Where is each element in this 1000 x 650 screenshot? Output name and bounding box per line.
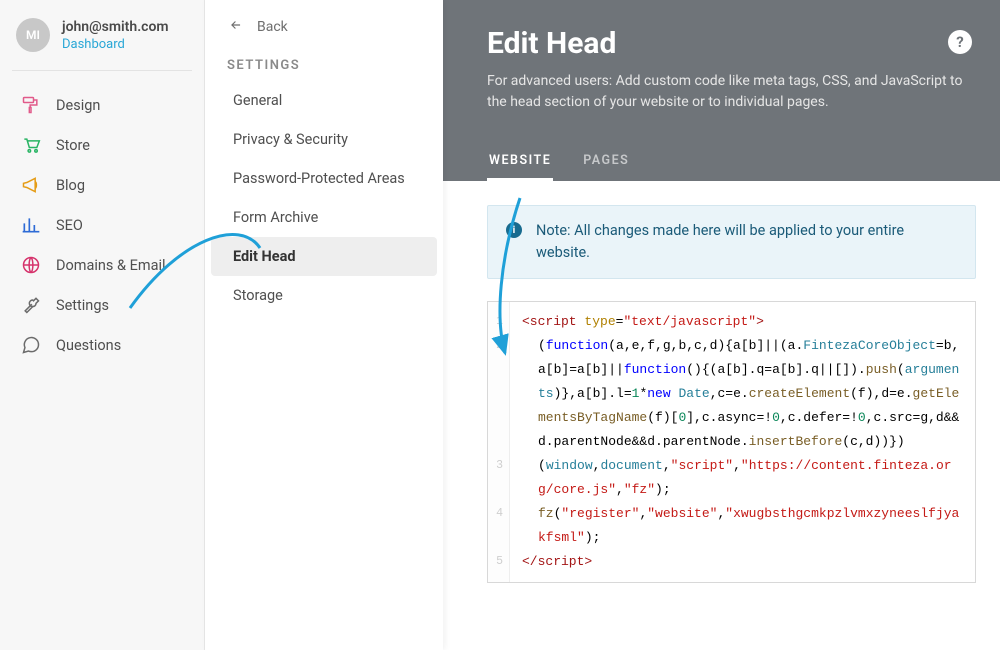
code-editor[interactable]: 1 2 3 4 5 <script type="text/javascript"… xyxy=(487,301,976,583)
divider xyxy=(12,70,192,71)
sidebar-item-label: Questions xyxy=(56,337,121,354)
line-number: 3 xyxy=(492,454,503,502)
submenu-item-general[interactable]: General xyxy=(211,81,437,120)
line-number: 2 xyxy=(492,334,503,454)
info-note: i Note: All changes made here will be ap… xyxy=(487,205,976,279)
sidebar-item-label: Design xyxy=(56,97,100,114)
sidebar-item-blog[interactable]: Blog xyxy=(0,165,204,205)
page-description: For advanced users: Add custom code like… xyxy=(487,71,966,113)
line-number: 4 xyxy=(492,502,503,550)
sidebar-item-design[interactable]: Design xyxy=(0,85,204,125)
code-line: (window,document,"script","https://conte… xyxy=(522,454,965,502)
line-number: 5 xyxy=(492,550,503,574)
primary-sidebar: MI john@smith.com Dashboard Design Store… xyxy=(0,0,205,650)
sidebar-item-questions[interactable]: Questions xyxy=(0,325,204,365)
user-block: MI john@smith.com Dashboard xyxy=(0,0,204,70)
sidebar-item-label: Store xyxy=(56,137,90,154)
wrench-icon xyxy=(20,294,42,316)
code-line: </script> xyxy=(522,550,965,574)
sidebar-item-label: Settings xyxy=(56,297,109,314)
back-label: Back xyxy=(257,19,288,35)
code-line: <script type="text/javascript"> xyxy=(522,310,965,334)
code-line: (function(a,e,f,g,b,c,d){a[b]||(a.Fintez… xyxy=(522,334,965,454)
user-email: john@smith.com xyxy=(62,19,169,35)
avatar[interactable]: MI xyxy=(16,18,50,52)
line-number: 1 xyxy=(492,310,503,334)
bar-chart-icon xyxy=(20,214,42,236)
back-button[interactable]: Back xyxy=(205,0,443,44)
code-line: fz("register","website","xwugbsthgcmkpzl… xyxy=(522,502,965,550)
globe-icon xyxy=(20,254,42,276)
main-content: Edit Head For advanced users: Add custom… xyxy=(443,0,1000,650)
cart-icon xyxy=(20,134,42,156)
megaphone-icon xyxy=(20,174,42,196)
paint-roller-icon xyxy=(20,94,42,116)
chat-icon xyxy=(20,334,42,356)
sidebar-item-label: SEO xyxy=(56,217,83,234)
submenu-item-privacy[interactable]: Privacy & Security xyxy=(211,120,437,159)
sidebar-item-label: Domains & Email xyxy=(56,257,166,274)
sidebar-item-seo[interactable]: SEO xyxy=(0,205,204,245)
sidebar-item-domains[interactable]: Domains & Email xyxy=(0,245,204,285)
note-text: Note: All changes made here will be appl… xyxy=(536,220,957,264)
submenu-item-storage[interactable]: Storage xyxy=(211,276,437,315)
line-gutter: 1 2 3 4 5 xyxy=(488,302,510,582)
submenu-item-form-archive[interactable]: Form Archive xyxy=(211,198,437,237)
tab-bar: WEBSITE PAGES xyxy=(487,143,966,181)
page-header: Edit Head For advanced users: Add custom… xyxy=(443,0,1000,181)
page-title: Edit Head xyxy=(487,26,966,61)
submenu-title: SETTINGS xyxy=(205,44,443,81)
tab-pages[interactable]: PAGES xyxy=(581,143,631,181)
info-icon: i xyxy=(506,222,522,238)
sidebar-item-settings[interactable]: Settings xyxy=(0,285,204,325)
submenu-item-edit-head[interactable]: Edit Head xyxy=(211,237,437,276)
submenu-item-password[interactable]: Password-Protected Areas xyxy=(211,159,437,198)
dashboard-link[interactable]: Dashboard xyxy=(62,37,169,52)
sidebar-item-label: Blog xyxy=(56,177,85,194)
tab-website[interactable]: WEBSITE xyxy=(487,143,553,181)
arrow-left-icon xyxy=(227,18,245,36)
sidebar-item-store[interactable]: Store xyxy=(0,125,204,165)
help-button[interactable]: ? xyxy=(948,30,972,54)
code-body[interactable]: <script type="text/javascript"> (functio… xyxy=(510,302,975,582)
settings-submenu: Back SETTINGS General Privacy & Security… xyxy=(205,0,443,650)
